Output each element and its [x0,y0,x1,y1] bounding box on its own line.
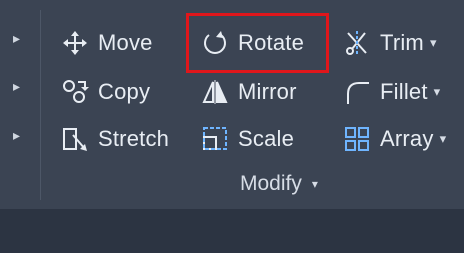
trim-button[interactable]: Trim ▾ [340,27,437,59]
scale-label: Scale [238,126,295,151]
stretch-button[interactable]: Stretch [58,123,169,155]
copy-label: Copy [98,79,151,104]
scale-icon [198,125,232,153]
rotate-highlight-box [186,13,329,73]
stretch-icon [58,125,92,153]
fillet-dropdown-arrow[interactable]: ▾ [434,84,441,100]
previous-panel-edge: ▸ ▸ ▸ [0,0,38,209]
array-label: Array [380,126,434,151]
fillet-label: Fillet [380,79,428,104]
trim-label: Trim [380,30,424,55]
previous-panel-arrow-2[interactable]: ▸ [13,78,20,95]
array-icon [340,125,374,153]
copy-icon [58,78,92,106]
panel-separator [40,10,41,200]
mirror-label: Mirror [238,79,297,104]
previous-panel-arrow-3[interactable]: ▸ [13,127,20,144]
move-button[interactable]: Move [58,27,153,59]
move-icon [58,29,92,57]
modify-panel: ▸ ▸ ▸ Move Rotate Trim ▾ Copy Mirror Fil… [0,0,464,209]
previous-panel-arrow-1[interactable]: ▸ [13,30,20,47]
modify-panel-title[interactable]: Modify ▾ [240,172,318,196]
mirror-icon [198,78,232,106]
modify-panel-dropdown-arrow[interactable]: ▾ [312,177,318,191]
stretch-label: Stretch [98,126,170,151]
trim-icon [340,29,374,57]
fillet-button[interactable]: Fillet ▾ [340,76,440,108]
drawing-area-edge [0,209,464,253]
mirror-button[interactable]: Mirror [198,76,297,108]
fillet-icon [340,78,374,106]
array-button[interactable]: Array ▾ [340,123,446,155]
array-dropdown-arrow[interactable]: ▾ [440,131,447,147]
scale-button[interactable]: Scale [198,123,294,155]
trim-dropdown-arrow[interactable]: ▾ [430,35,437,51]
copy-button[interactable]: Copy [58,76,150,108]
move-label: Move [98,30,153,55]
modify-panel-label: Modify [240,172,302,195]
